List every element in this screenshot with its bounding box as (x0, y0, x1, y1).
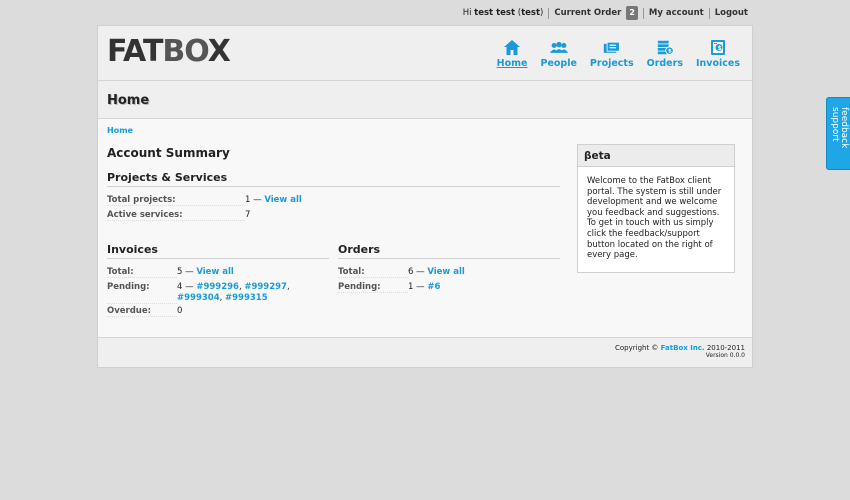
active-services-row: Active services: 7 (107, 210, 250, 221)
main-frame: FATBOX Home People Projects $ Orders $ I… (97, 25, 753, 368)
invoices-icon: $ (710, 40, 725, 55)
total-projects-value: 1 — (245, 195, 262, 205)
greeting: Hi (462, 8, 472, 18)
total-projects-row: Total projects: 1 — View all (107, 195, 302, 206)
invoices-overdue-label: Overdue: (107, 306, 177, 317)
nav-home-label: Home (496, 58, 528, 69)
invoices-heading: Invoices (107, 243, 329, 259)
invoice-link[interactable]: #999304 (177, 293, 220, 303)
content: Home Account Summary Projects & Services… (98, 119, 752, 337)
order-link[interactable]: #6 (427, 282, 440, 293)
breadcrumb-home[interactable]: Home (107, 126, 133, 135)
active-services-value: 7 (245, 210, 251, 220)
invoices-total-label: Total: (107, 267, 177, 278)
invoices-view-all-link[interactable]: View all (196, 267, 233, 278)
logo-text-fat: FAT (107, 34, 163, 69)
feedback-support-tab[interactable]: feedback support (826, 97, 850, 170)
nav-people[interactable]: People (540, 39, 577, 69)
home-icon (504, 40, 521, 55)
account-summary-title: Account Summary (107, 146, 230, 160)
orders-total-value: 6 — (408, 267, 425, 277)
beta-title: βeta (578, 145, 734, 167)
company-link[interactable]: FatBox Inc. (661, 344, 705, 352)
current-order-link[interactable]: Current Order (554, 8, 621, 18)
logo-text-bo: BO (162, 34, 208, 69)
page-title-bar: Home (98, 81, 752, 119)
copyright-years: 2010-2011 (706, 344, 745, 352)
projects-heading: Projects & Services (107, 171, 560, 187)
nav-projects-label: Projects (589, 58, 634, 69)
orders-heading: Orders (338, 243, 560, 259)
beta-text: Welcome to the FatBox client portal. The… (587, 176, 722, 261)
people-icon (549, 41, 568, 53)
nav-invoices[interactable]: $ Invoices (696, 39, 740, 69)
invoices-pending-value: 4 — (177, 282, 194, 292)
my-account-link[interactable]: My account (649, 8, 704, 18)
projects-icon (603, 41, 620, 53)
invoices-overdue-row: Overdue: 0 (107, 306, 182, 317)
nav-orders-label: Orders (646, 58, 683, 69)
invoices-total-row: Total: 5 — View all (107, 267, 234, 278)
total-projects-label: Total projects: (107, 195, 245, 206)
fatbox-logo[interactable]: FATBOX (107, 34, 231, 69)
feedback-tab-label: feedback support (830, 107, 849, 149)
orders-pending-label: Pending: (338, 282, 408, 293)
nav-invoices-label: Invoices (695, 58, 740, 69)
invoices-pending-row: Pending: 4 — #999296, #999297, #999304, … (107, 282, 290, 304)
orders-total-label: Total: (338, 267, 408, 278)
header: FATBOX Home People Projects $ Orders $ I… (98, 26, 752, 81)
user-bar: Hi test test (test) Current Order 2 My a… (462, 6, 748, 20)
copyright-prefix: Copyright © (615, 344, 659, 352)
divider (708, 7, 710, 19)
invoices-total-value: 5 — (177, 267, 194, 277)
orders-pending-row: Pending: 1 — #6 (338, 282, 440, 293)
projects-view-all-link[interactable]: View all (264, 195, 301, 206)
orders-icon: $ (657, 40, 674, 55)
svg-text:$: $ (668, 49, 672, 55)
username: test test (474, 8, 516, 18)
invoices-overdue-value: 0 (177, 306, 183, 316)
invoices-pending-label: Pending: (107, 282, 177, 304)
divider (548, 7, 550, 19)
version: Version 0.0.0 (705, 352, 745, 359)
nav-people-label: People (540, 58, 577, 69)
footer: Copyright © FatBox Inc. 2010-2011 Versio… (98, 337, 752, 367)
nav-projects[interactable]: Projects (590, 39, 634, 69)
nav-home[interactable]: Home (496, 39, 528, 69)
page-title: Home (107, 93, 150, 108)
invoice-link[interactable]: #999296 (196, 282, 239, 292)
logo-text-x: X (207, 34, 231, 69)
beta-box: βeta Welcome to the FatBox client portal… (577, 144, 735, 273)
copyright: Copyright © FatBox Inc. 2010-2011 (615, 344, 745, 352)
svg-text:$: $ (717, 45, 721, 52)
orders-view-all-link[interactable]: View all (427, 267, 464, 278)
order-count-badge[interactable]: 2 (626, 6, 638, 20)
logout-link[interactable]: Logout (715, 8, 748, 18)
active-services-label: Active services: (107, 210, 245, 221)
invoice-link[interactable]: #999297 (244, 282, 287, 292)
nav-orders[interactable]: $ Orders (647, 39, 683, 69)
orders-pending-value: 1 — (408, 282, 425, 292)
main-nav: Home People Projects $ Orders $ Invoices (484, 39, 740, 69)
invoice-link[interactable]: #999315 (225, 293, 268, 303)
user-login: test (521, 8, 541, 18)
divider (642, 7, 644, 19)
orders-total-row: Total: 6 — View all (338, 267, 465, 278)
